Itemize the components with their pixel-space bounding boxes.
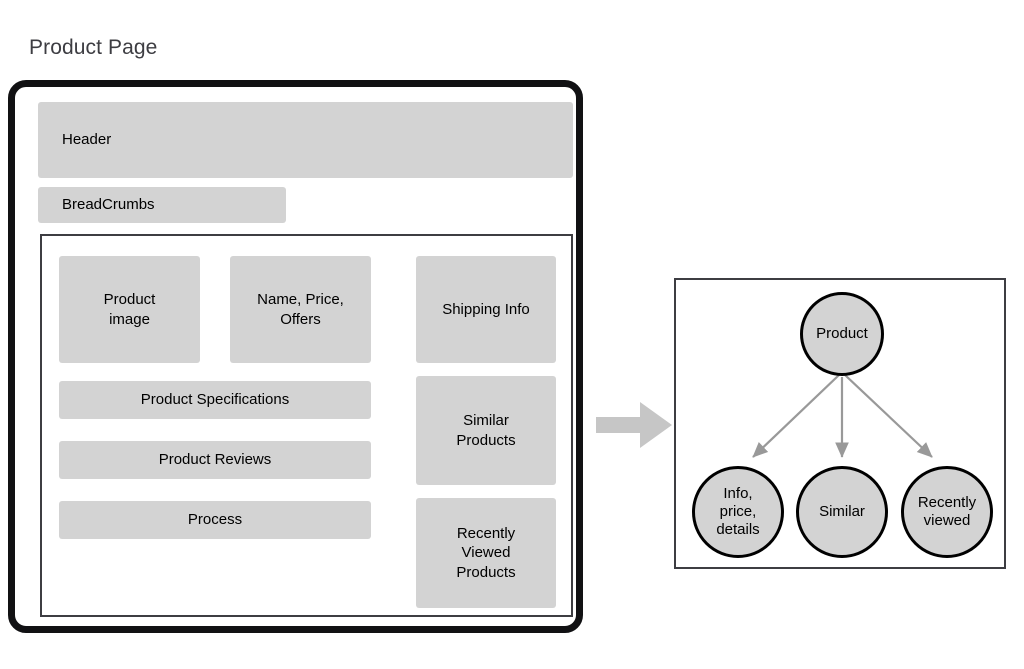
graph-panel: Product Info, price, details Similar Recen…	[674, 278, 1006, 569]
block-product-image: Product image	[59, 256, 200, 363]
block-recently-viewed-products: Recently Viewed Products	[416, 498, 556, 608]
block-shipping-info: Shipping Info	[416, 256, 556, 363]
block-product-reviews: Product Reviews	[59, 441, 371, 479]
mockup-header-block: Header	[38, 102, 573, 178]
block-product-specifications: Product Specifications	[59, 381, 371, 419]
block-process: Process	[59, 501, 371, 539]
mockup-content-panel: Product image Name, Price, Offers Shipping…	[40, 234, 573, 617]
graph-node-product[interactable]: Product	[800, 292, 884, 376]
graph-node-info-price-details[interactable]: Info, price, details	[692, 466, 784, 558]
graph-node-similar[interactable]: Similar	[796, 466, 888, 558]
product-page-mockup: Header BreadCrumbs Product image Name, Pr…	[8, 80, 583, 633]
mockup-breadcrumbs-block: BreadCrumbs	[38, 187, 286, 223]
block-name-price-offers: Name, Price, Offers	[230, 256, 371, 363]
right-block-arrow-icon	[596, 402, 672, 448]
graph-node-recently-viewed[interactable]: Recently viewed	[901, 466, 993, 558]
page-title: Product Page	[29, 36, 158, 59]
mockup-body: Header BreadCrumbs Product image Name, Pr…	[15, 87, 576, 626]
block-similar-products: Similar Products	[416, 376, 556, 485]
